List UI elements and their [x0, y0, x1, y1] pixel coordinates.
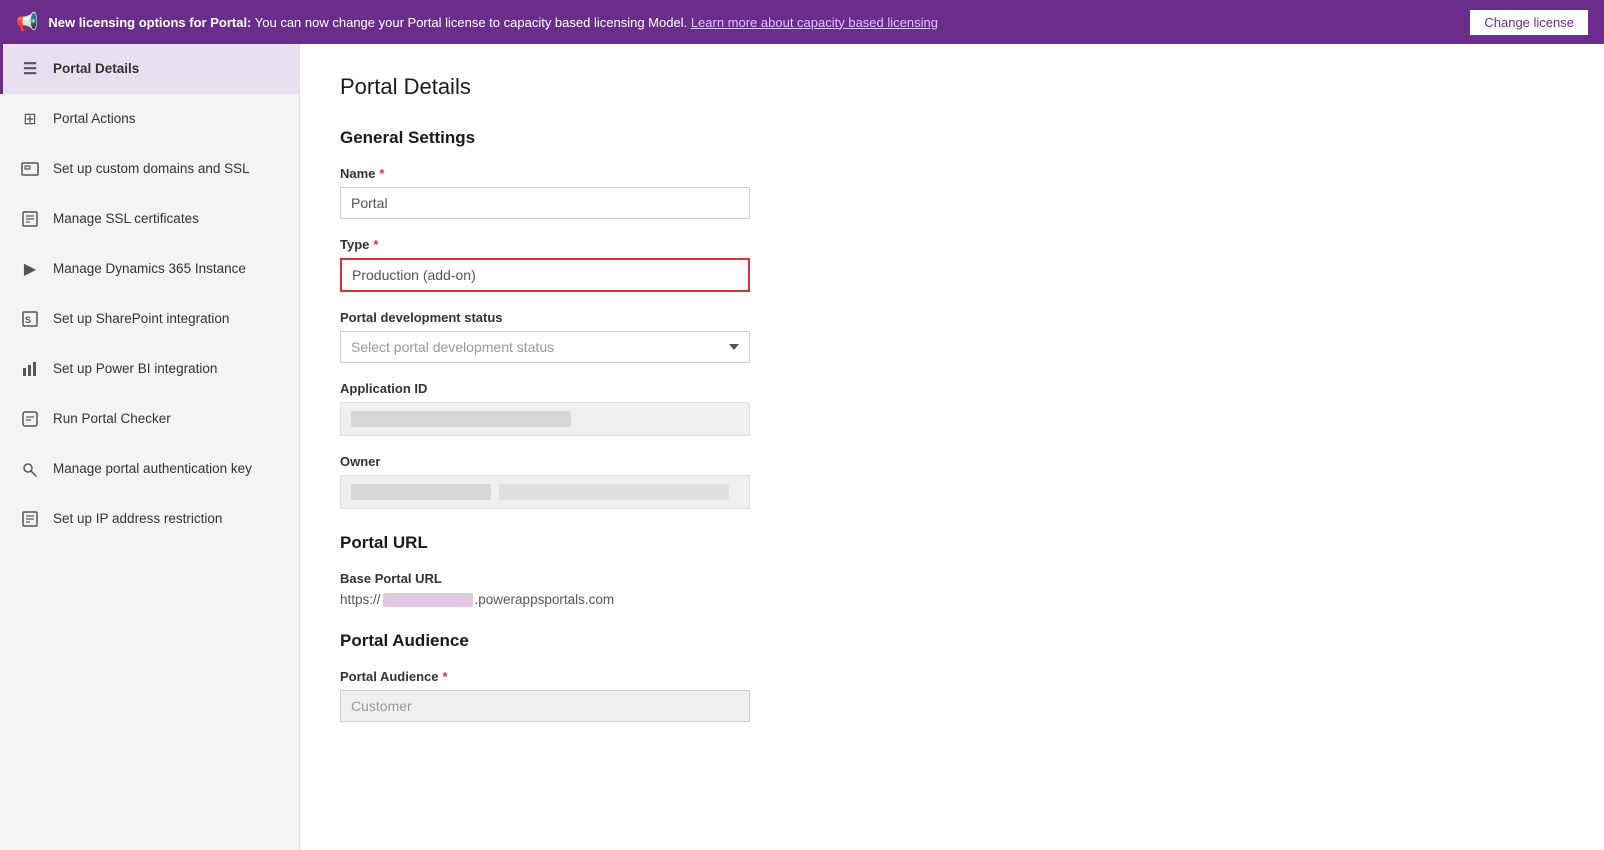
owner-redacted-2 — [499, 484, 729, 500]
sharepoint-icon: S — [19, 308, 41, 330]
dynamics-365-icon: ▶ — [19, 258, 41, 280]
banner-icon: 📢 — [16, 12, 38, 33]
sidebar-item-auth-key[interactable]: Manage portal authentication key — [0, 444, 299, 494]
sidebar-item-portal-checker[interactable]: Run Portal Checker — [0, 394, 299, 444]
type-label: Type * — [340, 237, 1564, 252]
sidebar-item-sharepoint[interactable]: S Set up SharePoint integration — [0, 294, 299, 344]
sidebar-label-power-bi: Set up Power BI integration — [53, 360, 217, 378]
sidebar-item-portal-details[interactable]: ☰ Portal Details — [0, 44, 299, 94]
ssl-certs-icon — [19, 208, 41, 230]
sidebar-item-ssl-certs[interactable]: Manage SSL certificates — [0, 194, 299, 244]
sidebar: ☰ Portal Details ⊞ Portal Actions Set up… — [0, 44, 300, 850]
dev-status-select[interactable]: Select portal development status — [340, 331, 750, 363]
base-url-field-group: Base Portal URL https:// .powerappsportal… — [340, 571, 1564, 607]
app-id-value — [340, 402, 750, 436]
dev-status-label: Portal development status — [340, 310, 1564, 325]
custom-domains-icon — [19, 158, 41, 180]
name-required: * — [379, 166, 384, 181]
audience-required: * — [442, 669, 447, 684]
general-settings-title: General Settings — [340, 128, 1564, 148]
sidebar-label-sharepoint: Set up SharePoint integration — [53, 310, 229, 328]
auth-key-icon — [19, 458, 41, 480]
type-input[interactable] — [340, 258, 750, 292]
sidebar-label-portal-checker: Run Portal Checker — [53, 410, 171, 428]
audience-divider: Portal Audience — [340, 631, 1564, 651]
type-field-group: Type * — [340, 237, 1564, 292]
main-layout: ☰ Portal Details ⊞ Portal Actions Set up… — [0, 44, 1604, 850]
banner-link[interactable]: Learn more about capacity based licensin… — [691, 15, 938, 30]
sidebar-item-ip-restriction[interactable]: Set up IP address restriction — [0, 494, 299, 544]
sidebar-label-custom-domains: Set up custom domains and SSL — [53, 160, 250, 178]
name-label: Name * — [340, 166, 1564, 181]
portal-actions-icon: ⊞ — [19, 108, 41, 130]
owner-value — [340, 475, 750, 509]
ip-restriction-icon — [19, 508, 41, 530]
url-redacted — [383, 593, 473, 607]
sidebar-label-ip-restriction: Set up IP address restriction — [53, 510, 222, 528]
content-area: Portal Details General Settings Name * T… — [300, 44, 1604, 850]
sidebar-label-ssl-certs: Manage SSL certificates — [53, 210, 199, 228]
portal-details-icon: ☰ — [19, 58, 41, 80]
type-required: * — [373, 237, 378, 252]
base-url-value: https:// .powerappsportals.com — [340, 592, 1564, 607]
sidebar-item-custom-domains[interactable]: Set up custom domains and SSL — [0, 144, 299, 194]
change-license-button[interactable]: Change license — [1470, 10, 1588, 35]
dev-status-field-group: Portal development status Select portal … — [340, 310, 1564, 363]
sidebar-item-dynamics-365[interactable]: ▶ Manage Dynamics 365 Instance — [0, 244, 299, 294]
sidebar-label-auth-key: Manage portal authentication key — [53, 460, 252, 478]
portal-checker-icon — [19, 408, 41, 430]
notification-banner: 📢 New licensing options for Portal: You … — [0, 0, 1604, 44]
banner-bold: New licensing options for Portal: — [48, 15, 251, 30]
sidebar-label-portal-actions: Portal Actions — [53, 110, 136, 128]
url-divider: Portal URL — [340, 533, 1564, 553]
base-url-label: Base Portal URL — [340, 571, 1564, 586]
app-id-redacted — [351, 411, 571, 427]
svg-text:S: S — [25, 315, 31, 325]
sidebar-item-portal-actions[interactable]: ⊞ Portal Actions — [0, 94, 299, 144]
app-id-label: Application ID — [340, 381, 1564, 396]
sidebar-label-dynamics-365: Manage Dynamics 365 Instance — [53, 260, 246, 278]
banner-message: You can now change your Portal license t… — [255, 15, 687, 30]
power-bi-icon — [19, 358, 41, 380]
owner-field-group: Owner — [340, 454, 1564, 509]
page-title: Portal Details — [340, 74, 1564, 100]
banner-text: New licensing options for Portal: You ca… — [48, 15, 1460, 30]
audience-input — [340, 690, 750, 722]
app-id-field-group: Application ID — [340, 381, 1564, 436]
audience-field-group: Portal Audience * — [340, 669, 1564, 722]
name-input[interactable] — [340, 187, 750, 219]
audience-label: Portal Audience * — [340, 669, 1564, 684]
url-prefix: https:// — [340, 592, 381, 607]
portal-url-title: Portal URL — [340, 533, 1564, 553]
audience-title: Portal Audience — [340, 631, 1564, 651]
owner-redacted-1 — [351, 484, 491, 500]
owner-label: Owner — [340, 454, 1564, 469]
sidebar-item-power-bi[interactable]: Set up Power BI integration — [0, 344, 299, 394]
name-field-group: Name * — [340, 166, 1564, 219]
url-suffix: .powerappsportals.com — [475, 592, 615, 607]
sidebar-label-portal-details: Portal Details — [53, 60, 139, 78]
